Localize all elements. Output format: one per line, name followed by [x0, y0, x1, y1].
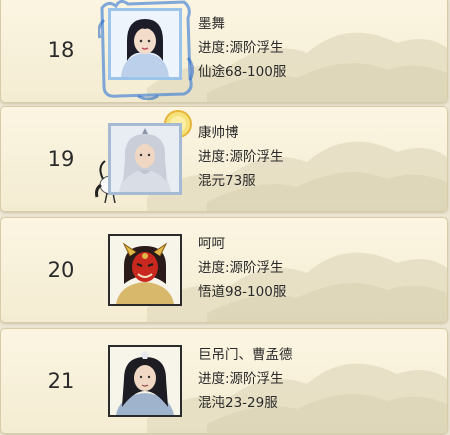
avatar[interactable]: [108, 234, 182, 306]
player-info: 巨吊门、曹孟德 进度:源阶浮生 混沌23-29服: [198, 343, 293, 415]
mountain-background: [147, 252, 447, 322]
server-text: 混元73服: [198, 173, 256, 189]
ranking-row[interactable]: 19 康帅博 进度:源阶浮生 混元73服: [0, 106, 448, 212]
ranking-row[interactable]: 20 呵呵 进度:源阶浮生 悟道98-100服: [0, 217, 448, 323]
server-text: 悟道98-100服: [198, 284, 287, 300]
ranking-row[interactable]: 21 巨吊门、曹孟德 进度:源阶浮生 混沌23-29服: [0, 328, 448, 434]
rank-number: 19: [47, 147, 75, 171]
server-text: 混沌23-29服: [198, 395, 278, 411]
avatar[interactable]: [108, 345, 182, 417]
player-name: 康帅博: [198, 125, 239, 141]
progress-text: 进度:源阶浮生: [198, 371, 284, 387]
ranking-row[interactable]: 18 墨舞 进度:源阶浮生 仙途68-100服: [0, 0, 448, 103]
player-name: 呵呵: [198, 236, 225, 252]
player-name: 墨舞: [198, 16, 225, 32]
rank-number: 18: [47, 38, 75, 62]
avatar[interactable]: [108, 123, 182, 195]
server-text: 仙途68-100服: [198, 64, 287, 80]
progress-text: 进度:源阶浮生: [198, 149, 284, 165]
rank-number: 20: [47, 258, 75, 282]
player-name: 巨吊门、曹孟德: [198, 347, 293, 363]
ranking-list: 18 墨舞 进度:源阶浮生 仙途68-100服 19 康帅博 进度:源阶浮生 混…: [0, 0, 450, 435]
mountain-background: [147, 363, 447, 433]
player-info: 康帅博 进度:源阶浮生 混元73服: [198, 121, 284, 193]
rank-number: 21: [47, 369, 75, 393]
progress-text: 进度:源阶浮生: [198, 40, 284, 56]
player-info: 墨舞 进度:源阶浮生 仙途68-100服: [198, 12, 286, 84]
progress-text: 进度:源阶浮生: [198, 260, 284, 276]
player-info: 呵呵 进度:源阶浮生 悟道98-100服: [198, 232, 286, 304]
avatar[interactable]: [108, 8, 182, 80]
